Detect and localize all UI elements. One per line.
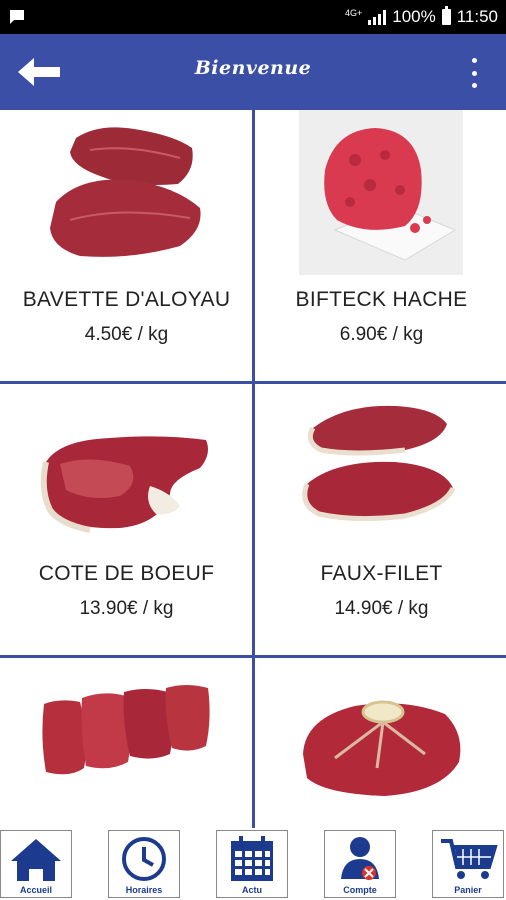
product-price: 6.90€ / kg xyxy=(339,324,424,345)
home-icon xyxy=(11,839,61,881)
product-card-bifteck[interactable]: BIFTECK HACHE 6.90€ / kg xyxy=(255,110,506,383)
bottom-nav: Accueil Horaires Actu Compte Panier xyxy=(0,828,506,900)
product-card-5[interactable] xyxy=(0,658,253,830)
app-bar: Bienvenue xyxy=(0,34,506,110)
battery-percent: 100% xyxy=(392,7,436,26)
nav-panier[interactable]: Panier xyxy=(432,830,504,898)
nav-label: Horaires xyxy=(125,885,163,895)
product-price: 13.90€ / kg xyxy=(79,598,174,619)
nav-label: Compte xyxy=(343,885,377,895)
arrow-left-icon xyxy=(18,58,60,86)
overflow-menu-button[interactable] xyxy=(464,58,484,88)
network-indicator: 4G+ xyxy=(344,7,363,18)
product-name: FAUX-FILET xyxy=(320,562,443,585)
product-card-faux-filet[interactable]: FAUX-FILET 14.90€ / kg xyxy=(255,384,506,657)
product-image-6 xyxy=(303,700,461,796)
product-card-6[interactable] xyxy=(255,658,506,830)
nav-horaires[interactable]: Horaires xyxy=(108,830,180,898)
product-grid: BAVETTE D'ALOYAU 4.50€ / kg BIFTECK HACH… xyxy=(0,110,506,830)
nav-label: Actu xyxy=(242,885,262,895)
nav-label: Panier xyxy=(454,885,482,895)
back-button[interactable] xyxy=(14,52,64,92)
clock-icon xyxy=(122,837,166,881)
product-name: BAVETTE D'ALOYAU xyxy=(22,288,231,311)
status-left xyxy=(8,8,26,26)
battery-icon xyxy=(441,6,451,25)
status-right: 4G+ 100% 11:50 xyxy=(344,6,498,27)
grid-divider-vertical xyxy=(252,110,255,830)
product-image-bifteck xyxy=(299,110,463,275)
product-image-faux-filet xyxy=(302,405,456,522)
product-image-bavette xyxy=(50,127,201,257)
product-image-5 xyxy=(42,685,210,775)
status-bar: 4G+ 100% 11:50 xyxy=(0,0,506,34)
more-vert-icon xyxy=(471,58,477,63)
nav-label: Accueil xyxy=(19,885,52,895)
nav-compte[interactable]: Compte xyxy=(324,830,396,898)
product-image-cote xyxy=(40,436,208,533)
product-name: BIFTECK HACHE xyxy=(295,288,468,311)
message-icon xyxy=(10,10,24,24)
signal-icon xyxy=(368,9,387,25)
clock-time: 11:50 xyxy=(456,7,498,26)
cart-icon xyxy=(441,839,498,879)
calendar-icon xyxy=(231,836,273,881)
product-card-cote[interactable]: COTE DE BOEUF 13.90€ / kg xyxy=(0,384,253,657)
nav-actu[interactable]: Actu xyxy=(216,830,288,898)
product-card-bavette[interactable]: BAVETTE D'ALOYAU 4.50€ / kg xyxy=(0,110,253,383)
page-title: Bienvenue xyxy=(194,57,312,79)
product-price: 4.50€ / kg xyxy=(84,324,169,345)
product-price: 14.90€ / kg xyxy=(334,598,429,619)
product-name: COTE DE BOEUF xyxy=(38,562,215,585)
nav-accueil[interactable]: Accueil xyxy=(0,830,72,898)
account-icon xyxy=(341,837,379,880)
